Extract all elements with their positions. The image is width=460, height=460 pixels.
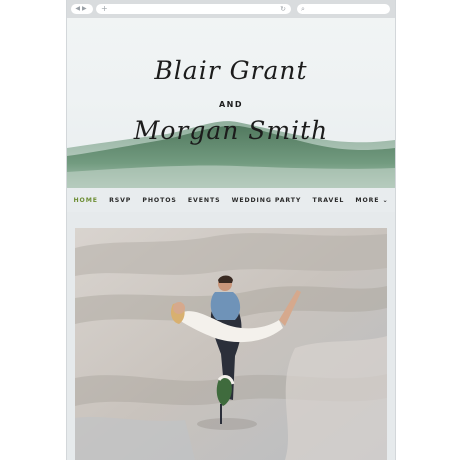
address-bar[interactable]: + ↻ [96, 4, 291, 14]
nav-photos[interactable]: PHOTOS [137, 197, 183, 204]
search-icon: ⌕ [301, 5, 305, 13]
forward-arrow-icon[interactable]: ▶ [82, 5, 89, 12]
couple-name-two: Morgan Smith [133, 116, 329, 145]
nav-events[interactable]: EVENTS [182, 197, 226, 204]
search-input[interactable]: ⌕ [297, 4, 390, 14]
browser-toolbar: ◀▶ + ↻ ⌕ [67, 0, 395, 18]
nav-more-dropdown[interactable]: MORE ⌄ [350, 197, 394, 204]
hero-photo-frame [75, 228, 387, 460]
engagement-photo [75, 228, 387, 460]
plus-icon[interactable]: + [101, 4, 108, 14]
back-arrow-icon[interactable]: ◀ [75, 5, 82, 12]
reload-icon[interactable]: ↻ [280, 4, 286, 14]
site-nav: HOME RSVP PHOTOS EVENTS WEDDING PARTY TR… [67, 188, 395, 212]
nav-arrows[interactable]: ◀▶ [71, 4, 93, 14]
hero-banner: Blair Grant AND Morgan Smith [67, 18, 395, 188]
browser-window: ◀▶ + ↻ ⌕ Blair Grant AND Morgan Smith HO… [66, 0, 396, 460]
nav-home[interactable]: HOME [68, 197, 104, 204]
nav-wedding-party[interactable]: WEDDING PARTY [226, 197, 307, 204]
couple-photo-image [75, 228, 387, 460]
nav-rsvp[interactable]: RSVP [103, 197, 136, 204]
couple-name-one: Blair Grant [154, 56, 308, 85]
couple-connector: AND [218, 100, 244, 109]
nav-travel[interactable]: TRAVEL [307, 197, 350, 204]
